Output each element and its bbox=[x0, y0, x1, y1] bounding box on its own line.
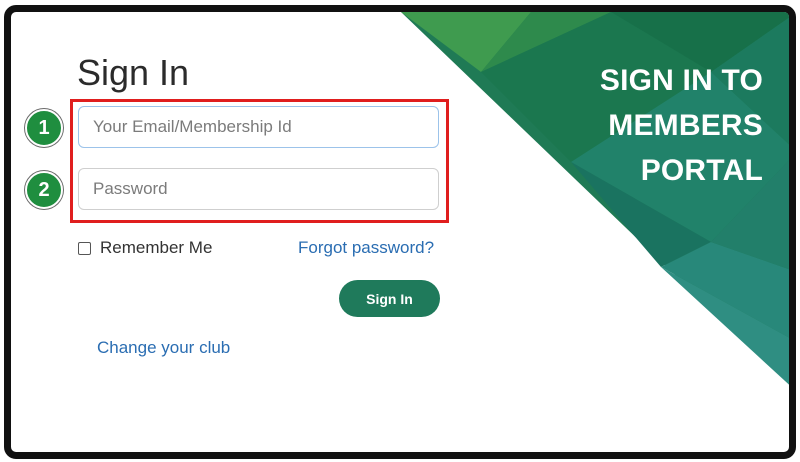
step-2-badge: 2 bbox=[25, 171, 63, 209]
forgot-password-link[interactable]: Forgot password? bbox=[298, 238, 438, 258]
remember-me[interactable]: Remember Me bbox=[78, 238, 212, 258]
portal-heading-line1: SIGN IN TO bbox=[599, 64, 763, 97]
sign-in-button[interactable]: Sign In bbox=[339, 280, 440, 317]
portal-heading-line3: PORTAL bbox=[640, 154, 763, 187]
portal-heading: SIGN IN TO MEMBERS PORTAL bbox=[543, 58, 763, 193]
page-title: Sign In bbox=[77, 52, 190, 93]
remember-me-label: Remember Me bbox=[100, 238, 213, 257]
screenshot-frame: SIGN IN TO MEMBERS PORTAL Sign In 1 2 Re… bbox=[4, 5, 796, 459]
step-1-badge: 1 bbox=[25, 109, 63, 147]
email-membership-input[interactable] bbox=[78, 106, 439, 148]
password-input[interactable] bbox=[78, 168, 439, 210]
remember-me-checkbox[interactable] bbox=[78, 241, 91, 255]
change-club-link[interactable]: Change your club bbox=[97, 338, 230, 358]
portal-heading-line2: MEMBERS bbox=[608, 109, 763, 142]
